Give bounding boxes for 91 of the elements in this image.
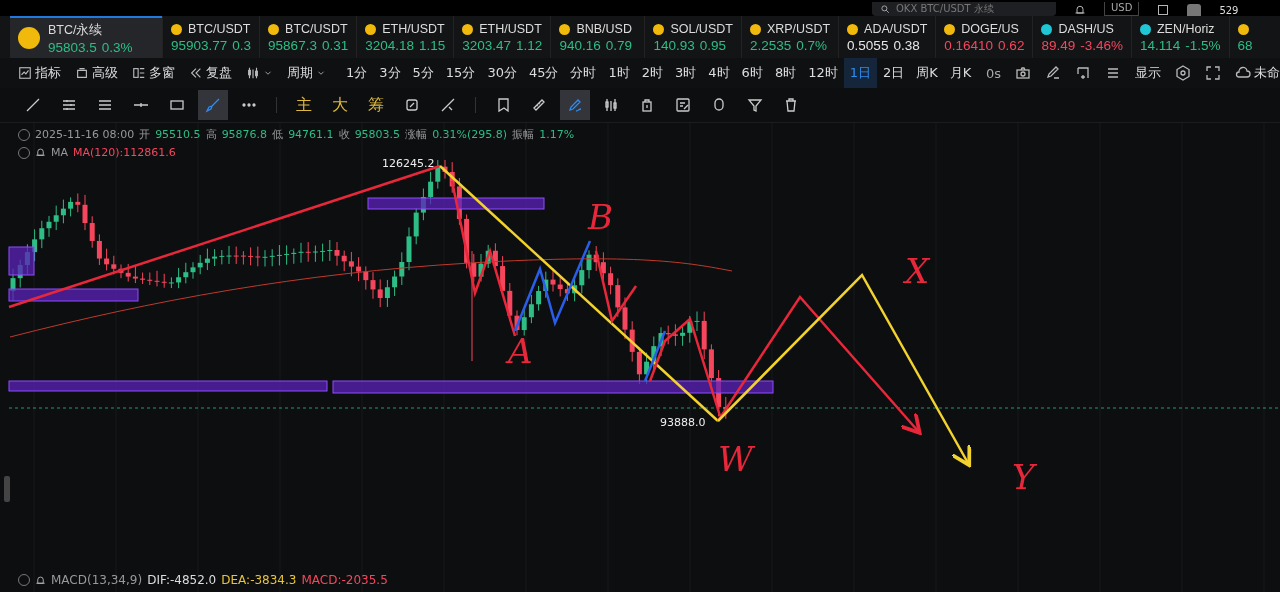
ohlc-label: 高 — [205, 127, 217, 142]
interval-tab[interactable]: 6时 — [735, 58, 769, 88]
ohlc-label: 振幅 — [512, 127, 535, 142]
avatar-icon[interactable] — [1187, 4, 1202, 16]
ohlc-value: 1.17% — [539, 128, 575, 141]
layout-name[interactable]: 未命 — [1235, 64, 1280, 82]
interval-tab[interactable]: 45分 — [522, 58, 565, 88]
account-text: 529 — [1219, 5, 1239, 16]
toolbar-menu[interactable]: 高级 — [75, 64, 118, 82]
ohlc-value: 95876.8 — [221, 128, 268, 141]
ohlc-value: 0.31%(295.8) — [432, 128, 508, 141]
chart-icon[interactable] — [18, 66, 32, 80]
interval-tab[interactable]: 周K — [910, 58, 944, 88]
windows-icon[interactable] — [132, 66, 146, 80]
ohlc-label: 低 — [272, 127, 284, 142]
bell-icon[interactable] — [35, 147, 46, 158]
interval-tab[interactable]: 1日 — [843, 58, 877, 88]
filter-icon[interactable] — [747, 97, 763, 113]
cloud-icon[interactable] — [1235, 65, 1251, 81]
interval-tab[interactable]: 4时 — [702, 58, 736, 88]
settings-icon[interactable] — [1175, 65, 1191, 81]
toolbar-menu[interactable]: 多窗 — [132, 64, 175, 82]
interval-tab[interactable]: 1分 — [340, 58, 374, 88]
handwritten-letter: W — [718, 439, 753, 479]
dif-value: DIF:-4852.0 — [147, 573, 217, 587]
list-icon[interactable] — [1105, 65, 1121, 81]
interval-tab[interactable]: 月K — [943, 58, 978, 88]
handwritten-letter: Y — [1012, 457, 1035, 497]
pen-icon[interactable] — [567, 97, 583, 113]
parallel-lines-icon[interactable] — [61, 97, 77, 113]
interval-tab[interactable]: 15分 — [439, 58, 482, 88]
lines-icon[interactable] — [97, 97, 113, 113]
candle-date: 2025-11-16 08:00 — [35, 128, 135, 141]
ohlc-value: 94761.1 — [288, 128, 334, 141]
ticker-tab[interactable]: BTC/永续 95803.5 0.3% — [10, 16, 162, 58]
ohlc-value: 95510.5 — [155, 128, 201, 141]
ohlc-value: 95803.5 — [354, 128, 401, 141]
ohlc-label: 收 — [338, 127, 350, 142]
low-price-label: 93888.0 — [660, 416, 706, 429]
bookmark-icon[interactable] — [495, 97, 511, 113]
add-frame-icon[interactable] — [1075, 65, 1091, 81]
toolbar-menu[interactable]: 复盘 — [189, 64, 232, 82]
dea-value: DEA:-3834.3 — [221, 573, 297, 587]
interval-tab[interactable]: 30分 — [481, 58, 523, 88]
ma-value: MA(120):112861.6 — [73, 146, 176, 159]
interval-tab[interactable]: 3分 — [373, 58, 407, 88]
bell-icon[interactable] — [35, 574, 46, 586]
interval-tab[interactable]: 3时 — [669, 58, 703, 88]
layers-icon[interactable] — [75, 66, 89, 80]
rewind-icon[interactable] — [189, 66, 203, 80]
interval-tab[interactable]: 分时 — [564, 58, 603, 88]
indicator-name: MACD(13,34,9) — [51, 573, 143, 587]
interval-tab[interactable]: 5分 — [406, 58, 440, 88]
display-menu[interactable]: 显示 — [1135, 64, 1161, 82]
interval-tab[interactable]: 1时 — [602, 58, 636, 88]
chart-type-dropdown[interactable] — [246, 66, 273, 80]
bell-icon[interactable] — [1074, 4, 1086, 16]
ohlc-label: 开 — [139, 127, 151, 142]
indicator-name: MA — [51, 146, 68, 159]
handwritten-letter: B — [588, 197, 613, 237]
interval-tab[interactable]: 2日 — [877, 58, 911, 88]
ruler-icon[interactable] — [531, 97, 547, 113]
square-icon[interactable] — [1157, 4, 1170, 16]
cross-pen-icon[interactable] — [440, 97, 456, 113]
indicator-tool[interactable]: 大 — [325, 94, 355, 116]
candles-icon[interactable] — [603, 97, 619, 113]
interval-tab[interactable]: 2时 — [635, 58, 670, 88]
candles-icon[interactable] — [246, 66, 260, 80]
high-price-label: 126245.2 — [382, 157, 435, 170]
search-icon[interactable] — [880, 4, 890, 14]
line-tool-icon[interactable] — [25, 97, 41, 113]
note-icon[interactable] — [675, 97, 691, 113]
search-field[interactable]: OKX BTC/USDT 永续 — [872, 2, 1056, 16]
ohlc-label: 涨幅 — [405, 127, 428, 142]
countdown-text: 0s — [985, 65, 1001, 81]
brush-icon[interactable] — [205, 97, 221, 113]
interval-tab[interactable]: 8时 — [768, 58, 803, 88]
indicator-tool[interactable]: 主 — [289, 94, 319, 116]
toolbar-menu[interactable]: 指标 — [18, 64, 61, 82]
lock-icon[interactable] — [639, 97, 655, 113]
interval-tab[interactable]: 12时 — [802, 58, 844, 88]
rectangle-icon[interactable] — [169, 97, 185, 113]
fullscreen-icon[interactable] — [1205, 65, 1221, 81]
camera-icon[interactable] — [1015, 65, 1031, 81]
pen-square-icon[interactable] — [404, 97, 420, 113]
handwritten-letter: X — [905, 251, 930, 291]
macd-value: MACD:-2035.5 — [301, 573, 388, 587]
period-dropdown[interactable]: 周期 — [287, 64, 326, 82]
trash-icon[interactable] — [783, 97, 799, 113]
indicator-tool[interactable]: 筹 — [361, 94, 391, 116]
scroll-handle[interactable] — [4, 476, 10, 502]
